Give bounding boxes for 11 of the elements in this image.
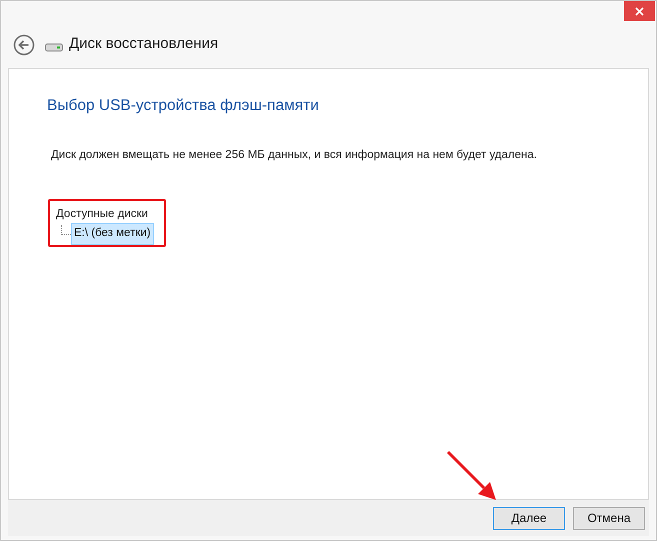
window-title: Диск восстановления xyxy=(69,34,218,54)
description-text: Диск должен вмещать не менее 256 МБ данных, и вся информация на нем будет удалена. xyxy=(51,148,537,163)
close-button[interactable] xyxy=(624,1,655,21)
close-icon xyxy=(635,6,644,16)
drive-item[interactable]: E:\ (без метки) xyxy=(71,223,154,244)
back-button[interactable] xyxy=(13,34,35,56)
tree-label: Доступные диски xyxy=(56,207,149,222)
page-heading: Выбор USB-устройства флэш-памяти xyxy=(47,96,319,116)
dialog-button[interactable]: Далее xyxy=(493,506,565,530)
dialog-button[interactable]: Отмена xyxy=(573,506,645,530)
drive-icon xyxy=(45,42,63,52)
